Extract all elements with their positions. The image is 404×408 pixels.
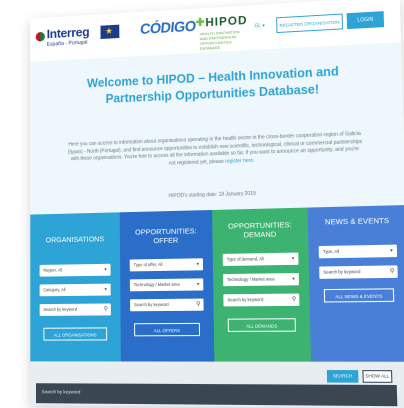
keyword-placeholder: Search by keyword <box>323 269 361 275</box>
offer-type-select[interactable]: Type of offer, All ▾ <box>129 258 204 272</box>
demand-column: OPPORTUNITIES: DEMAND Type of demand, Al… <box>212 207 312 362</box>
hipod-logo[interactable]: ✚ HIPOD HEALTH INNOVATION AND PARTNERSHI… <box>195 13 248 51</box>
all-offers-button[interactable]: ALL OFFERS <box>134 322 201 337</box>
search-columns: ORGANISATIONS Region, All ▾ Category, All… <box>30 205 404 362</box>
welcome-section: Welcome to HIPOD – Health Innovation and… <box>30 42 404 215</box>
screenshot-stage: Interreg España - Portugal CÓDIGO ✚ HIPO… <box>0 0 404 408</box>
chevron-down-icon: ▾ <box>390 247 393 255</box>
chevron-down-icon: ▾ <box>291 255 295 262</box>
demand-keyword-input[interactable]: Search by keyword ⚲ <box>223 293 300 307</box>
search-icon[interactable]: ⚲ <box>390 265 395 278</box>
interreg-logo[interactable]: Interreg España - Portugal <box>35 22 137 54</box>
region-select[interactable]: Region, All ▾ <box>39 263 111 277</box>
hipod-name: HIPOD <box>205 13 248 30</box>
demand-type-select[interactable]: Type of demand, All ▾ <box>222 252 299 266</box>
register-here-link[interactable]: register here <box>225 157 253 164</box>
eu-flag-icon <box>100 24 120 40</box>
chevron-down-icon: ▾ <box>104 286 107 293</box>
region-select-label: Region, All <box>43 267 63 273</box>
starting-date: HIPOD's starting date: 18 January 2019 <box>168 190 256 200</box>
search-icon[interactable]: ⚲ <box>196 299 201 311</box>
chevron-down-icon: ▾ <box>196 261 200 268</box>
codigo-logo[interactable]: CÓDIGO <box>139 18 196 38</box>
all-news-events-button[interactable]: ALL NEWS & EVENTS <box>323 288 395 303</box>
news-type-select[interactable]: Type, All ▾ <box>318 244 398 259</box>
offer-column: OPPORTUNITIES: OFFER Type of offer, All ▾… <box>119 209 215 362</box>
chevron-down-icon: ▾ <box>104 266 107 273</box>
register-organisation-button[interactable]: REGISTER ORGANISATION <box>276 13 344 34</box>
welcome-text-body: Here you can access to information about… <box>67 130 363 167</box>
offer-technology-select[interactable]: Technology / Market area ▾ <box>129 278 204 292</box>
demand-title: OPPORTUNITIES: DEMAND <box>228 220 292 240</box>
news-type-label: Type, All <box>322 248 340 255</box>
keyword-placeholder: Search by keyword <box>43 306 78 312</box>
organisations-keyword-input[interactable]: Search by keyword ⚲ <box>39 303 111 316</box>
category-select-label: Category, All <box>43 287 66 293</box>
interreg-name: Interreg <box>46 24 90 42</box>
hipod-cross-icon: ✚ <box>195 16 205 29</box>
offer-keyword-input[interactable]: Search by keyword ⚲ <box>130 298 204 312</box>
global-keyword-input[interactable]: Search by keyword <box>35 383 398 407</box>
demand-technology-select[interactable]: Technology / Market area ▾ <box>223 272 300 287</box>
language-selector[interactable]: GL ▾ <box>254 23 264 29</box>
chevron-down-icon: ▾ <box>196 281 200 288</box>
all-demands-button[interactable]: ALL DEMANDS <box>227 318 296 332</box>
show-all-button[interactable]: SHOW ALL <box>362 370 393 383</box>
demand-type-label: Type of demand, All <box>226 256 264 262</box>
keyword-placeholder: Search by keyword <box>227 296 264 303</box>
hipod-tagline: HEALTH INNOVATION AND PARTNERSHIP OPPORT… <box>199 29 240 51</box>
demand-technology-label: Technology / Market area <box>227 276 275 283</box>
offer-type-label: Type of offer, All <box>133 261 163 268</box>
hipod-homepage: Interreg España - Portugal CÓDIGO ✚ HIPO… <box>30 0 404 408</box>
news-events-title: NEWS & EVENTS <box>324 215 390 227</box>
keyword-placeholder: Search by keyword <box>133 301 169 308</box>
offer-title: OPPORTUNITIES: OFFER <box>135 226 197 246</box>
interreg-flag-icon <box>35 31 45 42</box>
news-events-column: NEWS & EVENTS Type, All ▾ Search by keywo… <box>307 205 404 362</box>
news-keyword-input[interactable]: Search by keyword ⚲ <box>319 265 398 279</box>
page-title: Welcome to HIPOD – Health Innovation and… <box>86 64 339 106</box>
all-organisations-button[interactable]: ALL ORGANISATIONS <box>43 327 108 341</box>
interreg-region: España - Portugal <box>46 39 88 48</box>
category-select[interactable]: Category, All ▾ <box>39 283 111 297</box>
organisations-column: ORGANISATIONS Region, All ▾ Category, All… <box>30 212 121 362</box>
search-icon[interactable]: ⚲ <box>292 294 297 306</box>
login-button[interactable]: LOGIN <box>346 11 385 30</box>
welcome-text: Here you can access to information about… <box>67 130 363 167</box>
offer-technology-label: Technology / Market area <box>133 281 180 288</box>
search-icon[interactable]: ⚲ <box>104 303 108 315</box>
global-search-bar: SEARCH SHOW ALL Search by keyword <box>30 361 404 408</box>
search-button[interactable]: SEARCH <box>326 370 359 383</box>
chevron-down-icon: ▾ <box>292 276 295 283</box>
organisations-title: ORGANISATIONS <box>45 234 105 245</box>
